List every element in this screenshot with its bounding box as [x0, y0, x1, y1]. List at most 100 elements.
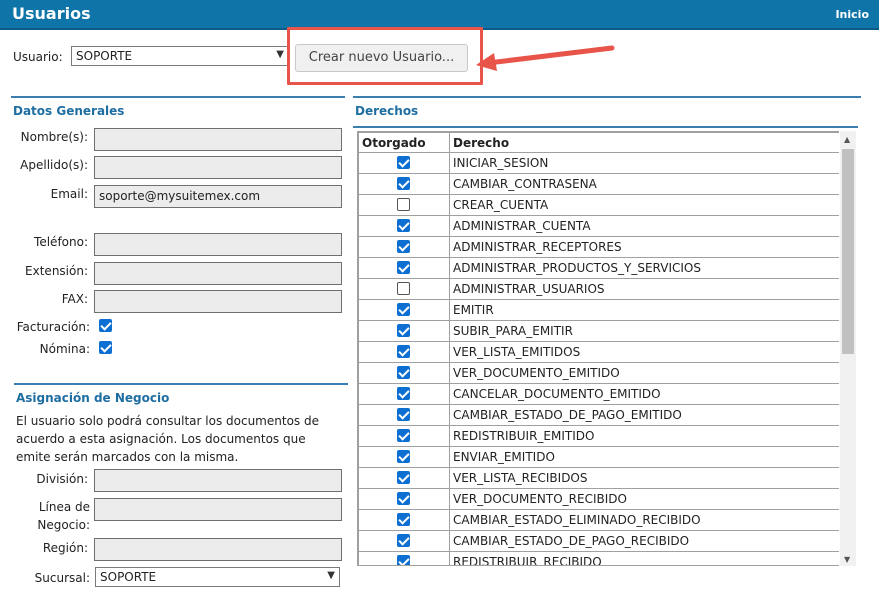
table-row: REDISTRIBUIR_EMITIDO [358, 425, 839, 447]
otorgado-cell [358, 278, 450, 300]
otorgado-checkbox[interactable] [397, 408, 410, 421]
chevron-down-icon: ▼ [327, 570, 335, 581]
derecho-name-cell: CREAR_CUENTA [449, 194, 839, 216]
otorgado-checkbox[interactable] [397, 303, 410, 316]
nombres-input[interactable] [94, 128, 342, 151]
otorgado-checkbox[interactable] [397, 387, 410, 400]
derecho-name-cell: ADMINISTRAR_USUARIOS [449, 278, 839, 300]
page-title: Usuarios [12, 4, 91, 23]
otorgado-checkbox[interactable] [397, 471, 410, 484]
derechos-rows: INICIAR_SESION CAMBIAR_CONTRASENA CREAR_CU… [358, 152, 839, 565]
facturacion-label: Facturación: [16, 320, 90, 334]
otorgado-checkbox[interactable] [397, 429, 410, 442]
derecho-name-cell: CAMBIAR_CONTRASENA [449, 173, 839, 195]
sucursal-select[interactable]: SOPORTE ▼ [95, 567, 340, 587]
otorgado-checkbox[interactable] [397, 345, 410, 358]
scroll-up-icon[interactable]: ▲ [844, 135, 850, 144]
extension-label: Extensión: [25, 264, 88, 278]
table-row: REDISTRIBUIR_RECIBIDO [358, 551, 839, 565]
otorgado-cell [358, 257, 450, 279]
nombres-label: Nombre(s): [20, 130, 88, 144]
otorgado-cell [358, 383, 450, 405]
home-link[interactable]: Inicio [835, 8, 869, 21]
table-row: ADMINISTRAR_RECEPTORES [358, 236, 839, 258]
table-row: CAMBIAR_ESTADO_ELIMINADO_RECIBIDO [358, 509, 839, 531]
otorgado-checkbox[interactable] [397, 198, 410, 211]
table-row: SUBIR_PARA_EMITIR [358, 320, 839, 342]
otorgado-checkbox[interactable] [397, 492, 410, 505]
otorgado-checkbox[interactable] [397, 534, 410, 547]
region-input[interactable] [94, 538, 342, 561]
otorgado-cell [358, 299, 450, 321]
derechos-rule-bottom [353, 126, 858, 128]
scroll-down-icon[interactable]: ▼ [844, 555, 850, 564]
otorgado-cell [358, 362, 450, 384]
otorgado-cell [358, 320, 450, 342]
derechos-rule-top [353, 96, 861, 98]
otorgado-cell [358, 509, 450, 531]
otorgado-checkbox[interactable] [397, 450, 410, 463]
otorgado-cell [358, 425, 450, 447]
derecho-name-cell: ADMINISTRAR_PRODUCTOS_Y_SERVICIOS [449, 257, 839, 279]
facturacion-checkbox[interactable] [99, 319, 112, 332]
top-header: Usuarios Inicio [0, 0, 879, 30]
derecho-name-cell: VER_DOCUMENTO_EMITIDO [449, 362, 839, 384]
asignacion-rule [14, 383, 348, 385]
apellidos-input[interactable] [94, 156, 342, 179]
otorgado-cell [358, 341, 450, 363]
otorgado-checkbox[interactable] [397, 261, 410, 274]
derecho-name-cell: VER_DOCUMENTO_RECIBIDO [449, 488, 839, 510]
table-scrollbar[interactable]: ▲ ▼ [840, 131, 856, 566]
derecho-name-cell: CAMBIAR_ESTADO_DE_PAGO_RECIBIDO [449, 530, 839, 552]
sucursal-label: Sucursal: [34, 571, 90, 585]
derechos-table: Otorgado Derecho INICIAR_SESION CAMBIAR_C… [358, 132, 839, 565]
derecho-name-cell: SUBIR_PARA_EMITIR [449, 320, 839, 342]
extension-input[interactable] [94, 262, 342, 285]
table-row: EMITIR [358, 299, 839, 321]
datos-generales-rule [11, 96, 345, 98]
apellidos-label: Apellido(s): [20, 158, 88, 172]
email-field[interactable]: soporte@mysuitemex.com [94, 185, 342, 208]
derecho-name-cell: VER_LISTA_EMITIDOS [449, 341, 839, 363]
table-row: VER_DOCUMENTO_RECIBIDO [358, 488, 839, 510]
linea-negocio-input[interactable] [94, 498, 342, 521]
email-label: Email: [50, 187, 88, 201]
otorgado-checkbox[interactable] [397, 324, 410, 337]
otorgado-cell [358, 488, 450, 510]
asignacion-description: El usuario solo podrá consultar los docu… [16, 414, 319, 464]
fax-input[interactable] [94, 290, 342, 313]
telefono-label: Teléfono: [34, 235, 88, 249]
column-header-derecho: Derecho [449, 132, 839, 153]
user-select[interactable]: SOPORTE ▼ [71, 46, 289, 66]
user-select-value: SOPORTE [76, 49, 133, 63]
linea-label-2: Negocio: [37, 518, 90, 532]
derechos-title: Derechos [355, 104, 419, 118]
create-new-user-button[interactable]: Crear nuevo Usuario... [295, 44, 468, 72]
derecho-name-cell: CANCELAR_DOCUMENTO_EMITIDO [449, 383, 839, 405]
table-row: VER_LISTA_EMITIDOS [358, 341, 839, 363]
otorgado-checkbox[interactable] [397, 366, 410, 379]
otorgado-checkbox[interactable] [397, 240, 410, 253]
derechos-table-wrap[interactable]: Otorgado Derecho INICIAR_SESION CAMBIAR_C… [357, 131, 839, 566]
table-header-row: Otorgado Derecho [358, 132, 839, 153]
table-row: CAMBIAR_CONTRASENA [358, 173, 839, 195]
region-label: Región: [42, 541, 88, 555]
telefono-input[interactable] [94, 233, 342, 256]
scrollbar-thumb[interactable] [842, 149, 854, 354]
nomina-checkbox[interactable] [99, 341, 112, 354]
otorgado-checkbox[interactable] [397, 177, 410, 190]
division-input[interactable] [94, 469, 342, 492]
otorgado-checkbox[interactable] [397, 513, 410, 526]
otorgado-checkbox[interactable] [397, 555, 410, 565]
table-row: CAMBIAR_ESTADO_DE_PAGO_EMITIDO [358, 404, 839, 426]
arrow-left-icon [476, 45, 615, 71]
table-row: CAMBIAR_ESTADO_DE_PAGO_RECIBIDO [358, 530, 839, 552]
otorgado-checkbox[interactable] [397, 282, 410, 295]
otorgado-cell [358, 446, 450, 468]
otorgado-checkbox[interactable] [397, 219, 410, 232]
table-row: CREAR_CUENTA [358, 194, 839, 216]
datos-generales-title: Datos Generales [13, 104, 125, 118]
otorgado-checkbox[interactable] [397, 156, 410, 169]
derecho-name-cell: ENVIAR_EMITIDO [449, 446, 839, 468]
linea-label-1: Línea de [38, 500, 90, 514]
